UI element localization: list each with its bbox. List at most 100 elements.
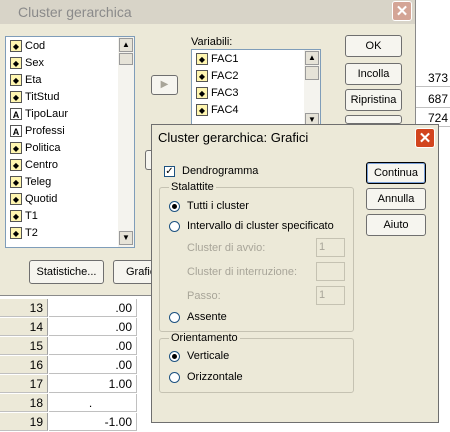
string-variable-icon: A xyxy=(10,125,22,138)
list-item[interactable]: ◆ Quotid xyxy=(10,191,57,208)
icicle-range-radio[interactable] xyxy=(169,221,180,232)
list-item-label: T2 xyxy=(25,227,38,239)
list-item[interactable]: ◆ FAC3 xyxy=(196,85,239,102)
icicle-range-label: Intervallo di cluster specificato xyxy=(187,220,334,232)
step-label: Passo: xyxy=(187,290,221,302)
statistics-button[interactable]: Statistiche... xyxy=(29,260,104,284)
source-variable-list[interactable]: ◆ Cod ◆ Sex ◆ Eta ◆ TitStud A TipoLaur A Profe… xyxy=(5,36,135,248)
stop-cluster-label: Cluster di interruzione: xyxy=(187,266,298,278)
sheet-cell[interactable]: .00 xyxy=(49,356,137,374)
start-cluster-label: Cluster di avvio: xyxy=(187,242,266,254)
ordinal-variable-icon: ◆ xyxy=(10,142,22,155)
list-item[interactable]: ◆ FAC2 xyxy=(196,68,239,85)
ordinal-variable-icon: ◆ xyxy=(10,159,22,172)
plots-dialog: Cluster gerarchica: Grafici ✕ ✓ Dendrogr… xyxy=(151,124,439,423)
scroll-up-icon[interactable]: ▲ xyxy=(305,51,319,65)
help-button[interactable]: Aiuto xyxy=(366,214,426,236)
continue-button[interactable]: Continua xyxy=(366,162,426,184)
variables-label: Variabili: xyxy=(191,36,233,48)
cancel-button[interactable]: Annulla xyxy=(366,188,426,210)
stop-cluster-field[interactable] xyxy=(316,262,345,281)
plots-dialog-titlebar[interactable]: Cluster gerarchica: Grafici ✕ xyxy=(152,125,438,149)
reset-button[interactable]: Ripristina xyxy=(345,89,402,111)
row-number[interactable]: 17 xyxy=(0,375,48,393)
list-item-label: TitStud xyxy=(25,91,60,103)
variables-list[interactable]: ◆ FAC1 ◆ FAC2 ◆ FAC3 ◆ FAC4 ▲ ▼ xyxy=(191,49,321,129)
paste-button[interactable]: Incolla xyxy=(345,63,402,85)
list-item[interactable]: A TipoLaur xyxy=(10,106,68,123)
list-item-label: Sex xyxy=(25,57,44,69)
orientation-group-label: Orientamento xyxy=(169,332,240,344)
source-list-scrollbar[interactable]: ▲ ▼ xyxy=(118,37,134,247)
ordinal-variable-icon: ◆ xyxy=(10,227,22,240)
sheet-cell[interactable]: .00 xyxy=(49,337,137,355)
icicle-all-radio[interactable] xyxy=(169,201,180,212)
step-field[interactable]: 1 xyxy=(316,286,345,305)
orientation-horizontal-radio[interactable] xyxy=(169,372,180,383)
close-icon[interactable]: ✕ xyxy=(415,128,435,148)
table-row: 17 1.00 xyxy=(0,375,140,394)
list-item[interactable]: ◆ Politica xyxy=(10,140,60,157)
sheet-cell[interactable]: 1.00 xyxy=(49,375,137,393)
start-cluster-field[interactable]: 1 xyxy=(316,238,345,257)
sheet-cell[interactable]: .00 xyxy=(49,318,137,336)
table-row: 15 .00 xyxy=(0,337,140,356)
ordinal-variable-icon: ◆ xyxy=(10,40,22,53)
sheet-cell[interactable]: . xyxy=(49,394,137,412)
row-number[interactable]: 16 xyxy=(0,356,48,374)
close-icon[interactable]: ✕ xyxy=(392,1,412,21)
table-row: 14 .00 xyxy=(0,318,140,337)
list-item[interactable]: A Professi xyxy=(10,123,65,140)
list-item[interactable]: ◆ T2 xyxy=(10,225,38,242)
list-item-label: FAC2 xyxy=(211,70,239,82)
list-item[interactable]: ◆ Eta xyxy=(10,72,42,89)
scroll-up-icon[interactable]: ▲ xyxy=(119,38,133,52)
cancel-button[interactable] xyxy=(345,115,402,124)
sheet-cell[interactable]: .00 xyxy=(49,299,137,317)
string-variable-icon: A xyxy=(10,108,22,121)
ordinal-variable-icon: ◆ xyxy=(10,57,22,70)
row-number[interactable]: 18 xyxy=(0,394,48,412)
row-number[interactable]: 19 xyxy=(0,413,48,431)
dendrogram-checkbox[interactable]: ✓ xyxy=(164,166,175,177)
list-item[interactable]: ◆ FAC4 xyxy=(196,102,239,119)
cluster-dialog-titlebar[interactable]: Cluster gerarchica ✕ xyxy=(0,0,415,24)
list-item[interactable]: ◆ Centro xyxy=(10,157,58,174)
plots-button[interactable]: Grafic xyxy=(113,260,155,284)
list-item[interactable]: ◆ T1 xyxy=(10,208,38,225)
scroll-thumb[interactable] xyxy=(305,66,319,80)
list-item[interactable]: ◆ Sex xyxy=(10,55,44,72)
list-item[interactable]: ◆ FAC1 xyxy=(196,51,239,68)
list-item-label: FAC4 xyxy=(211,104,239,116)
row-number[interactable]: 14 xyxy=(0,318,48,336)
row-number[interactable]: 13 xyxy=(0,299,48,317)
ordinal-variable-icon: ◆ xyxy=(10,210,22,223)
cluster-dialog-title: Cluster gerarchica xyxy=(18,4,132,20)
list-item-label: FAC1 xyxy=(211,53,239,65)
list-item[interactable]: ◆ Teleg xyxy=(10,174,51,191)
move-right-icon[interactable]: ▶ xyxy=(151,75,178,95)
orientation-vertical-radio[interactable] xyxy=(169,351,180,362)
table-row: 19 -1.00 xyxy=(0,413,140,432)
orientation-group xyxy=(159,338,354,393)
dendrogram-label: Dendrogramma xyxy=(182,165,259,177)
list-item-label: Teleg xyxy=(25,176,52,188)
ordinal-variable-icon: ◆ xyxy=(196,53,208,66)
ordinal-variable-icon: ◆ xyxy=(10,91,22,104)
list-item-label: Politica xyxy=(25,142,61,154)
scroll-thumb[interactable] xyxy=(119,53,133,65)
ordinal-variable-icon: ◆ xyxy=(10,74,22,87)
plots-dialog-title: Cluster gerarchica: Grafici xyxy=(158,130,309,145)
ok-button[interactable]: OK xyxy=(345,35,402,57)
sheet-cell[interactable]: 373 xyxy=(414,69,450,87)
list-item[interactable]: ◆ TitStud xyxy=(10,89,59,106)
scroll-down-icon[interactable]: ▼ xyxy=(119,231,133,245)
row-number[interactable]: 15 xyxy=(0,337,48,355)
sheet-cell[interactable]: 687 xyxy=(414,90,450,108)
ordinal-variable-icon: ◆ xyxy=(10,176,22,189)
sheet-cell[interactable]: -1.00 xyxy=(49,413,137,431)
icicle-none-radio[interactable] xyxy=(169,312,180,323)
icicle-group-label: Stalattite xyxy=(169,181,216,193)
list-item[interactable]: ◆ Cod xyxy=(10,38,45,55)
variables-list-scrollbar[interactable]: ▲ ▼ xyxy=(304,50,320,128)
